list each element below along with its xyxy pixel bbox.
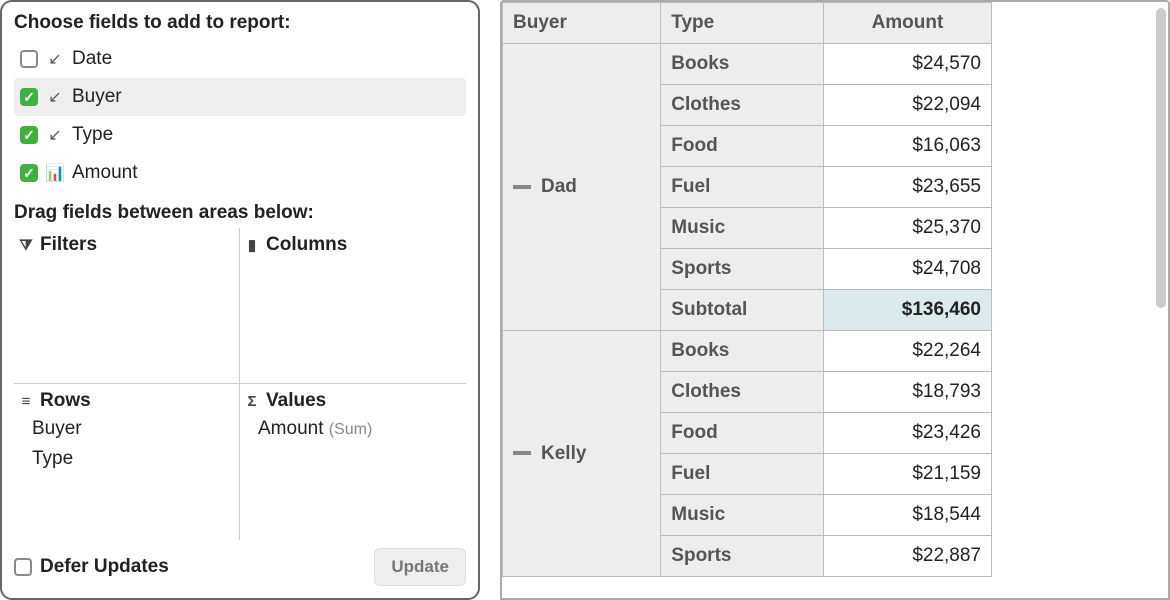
funnel-icon: ⧩ [18,237,34,254]
defer-checkbox[interactable] [14,558,32,576]
group-buyer-label: Kelly [541,443,586,464]
subtotal-label: Subtotal [661,290,824,331]
amount-cell: $21,159 [823,454,991,495]
app-root: Choose fields to add to report: ↙ Date ✓ ↙ B… [0,0,1170,600]
rows-area-title: ≡ Rows [18,390,235,412]
columns-area-title: ▮ Columns [244,234,462,256]
field-label: Date [72,48,112,70]
type-cell: Books [661,44,824,85]
field-item-buyer[interactable]: ✓ ↙ Buyer [14,78,466,116]
amount-cell: $23,655 [823,167,991,208]
header-amount[interactable]: Amount [823,3,991,44]
rows-area-item[interactable]: Type [32,448,235,470]
rows-icon: ≡ [18,393,34,410]
amount-cell: $22,887 [823,536,991,577]
column-icon: ▮ [244,236,260,254]
type-cell: Books [661,331,824,372]
scrollbar-thumb[interactable] [1156,8,1166,308]
type-cell: Clothes [661,372,824,413]
type-cell: Fuel [661,454,824,495]
rows-area-label: Rows [40,390,91,412]
field-item-type[interactable]: ✓ ↙ Type [14,116,466,154]
type-cell: Music [661,208,824,249]
table-row: KellyBooks$22,264 [503,331,992,372]
header-type[interactable]: Type [661,3,824,44]
type-cell: Music [661,495,824,536]
field-checkbox[interactable]: ✓ [20,88,38,106]
defer-updates-toggle[interactable]: Defer Updates [14,556,169,578]
field-checkbox[interactable] [20,50,38,68]
amount-cell: $18,544 [823,495,991,536]
group-header-kelly[interactable]: Kelly [503,331,661,577]
group-buyer-label: Dad [541,176,577,197]
type-cell: Sports [661,249,824,290]
group-header-dad[interactable]: Dad [503,44,661,331]
amount-cell: $22,264 [823,331,991,372]
field-label: Buyer [72,86,122,108]
rows-area[interactable]: ≡ Rows Buyer Type [14,384,240,540]
field-checkbox[interactable]: ✓ [20,164,38,182]
pivot-header-row: Buyer Type Amount [503,3,992,44]
values-area-item[interactable]: Amount (Sum) [258,418,462,440]
amount-cell: $24,708 [823,249,991,290]
columns-area-label: Columns [266,234,347,256]
field-label: Amount [72,162,137,184]
field-item-amount[interactable]: ✓ 📊 Amount [14,154,466,192]
amount-cell: $25,370 [823,208,991,249]
arrow-bl-icon: ↙ [46,125,64,145]
values-area-label: Values [266,390,326,412]
field-item-date[interactable]: ↙ Date [14,40,466,78]
bar-chart-icon: 📊 [46,163,64,183]
type-cell: Food [661,413,824,454]
collapse-icon[interactable] [513,185,531,189]
defer-label: Defer Updates [40,556,169,578]
field-list: ↙ Date ✓ ↙ Buyer ✓ ↙ Type ✓ 📊 Amount [14,40,466,192]
pivot-table: Buyer Type Amount DadBooks$24,570Clothes… [502,2,992,577]
amount-cell: $16,063 [823,126,991,167]
field-label: Type [72,124,113,146]
filters-area-title: ⧩ Filters [18,234,235,256]
columns-area[interactable]: ▮ Columns [240,228,466,384]
type-cell: Sports [661,536,824,577]
header-buyer[interactable]: Buyer [503,3,661,44]
type-cell: Food [661,126,824,167]
arrow-bl-icon: ↙ [46,49,64,69]
field-chooser-title: Choose fields to add to report: [14,12,466,34]
filters-area[interactable]: ⧩ Filters [14,228,240,384]
rows-area-item[interactable]: Buyer [32,418,235,440]
values-area-title: Σ Values [244,390,462,412]
sigma-icon: Σ [244,393,260,410]
type-cell: Clothes [661,85,824,126]
subtotal-amount: $136,460 [823,290,991,331]
update-button[interactable]: Update [374,548,466,586]
arrow-bl-icon: ↙ [46,87,64,107]
amount-cell: $18,793 [823,372,991,413]
field-checkbox[interactable]: ✓ [20,126,38,144]
areas-grid: ⧩ Filters ▮ Columns ≡ Rows Buyer Type [14,228,466,540]
drag-areas-label: Drag fields between areas below: [14,202,466,224]
collapse-icon[interactable] [513,451,531,455]
panel-footer: Defer Updates Update [14,540,466,586]
amount-cell: $24,570 [823,44,991,85]
aggregation-label: (Sum) [329,421,373,438]
field-chooser-panel: Choose fields to add to report: ↙ Date ✓ ↙ B… [0,0,480,600]
filters-area-label: Filters [40,234,97,256]
table-row: DadBooks$24,570 [503,44,992,85]
pivot-panel: Buyer Type Amount DadBooks$24,570Clothes… [500,0,1170,600]
amount-cell: $23,426 [823,413,991,454]
amount-cell: $22,094 [823,85,991,126]
type-cell: Fuel [661,167,824,208]
values-area[interactable]: Σ Values Amount (Sum) [240,384,466,540]
